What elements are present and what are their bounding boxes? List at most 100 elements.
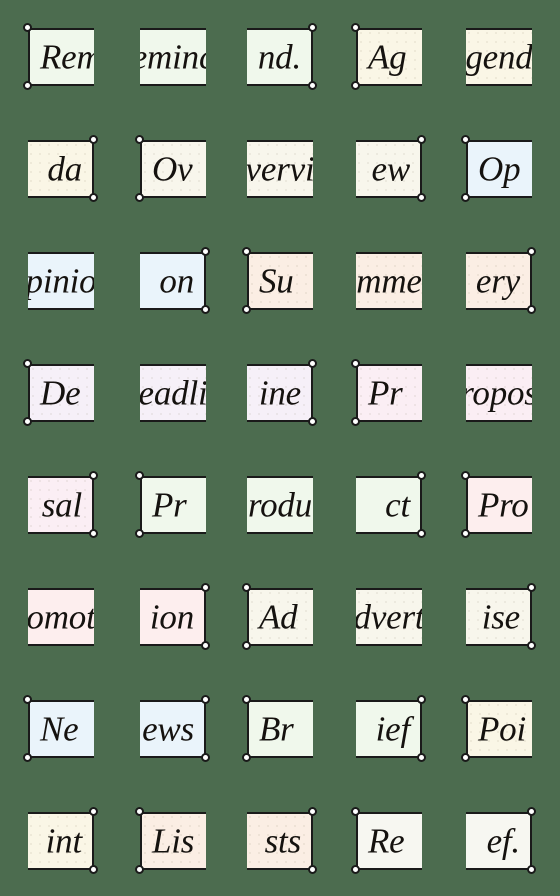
sticker-tile[interactable]: nd. — [247, 28, 313, 86]
sticker-tile[interactable]: Ne — [28, 700, 94, 758]
resize-handle-top-right[interactable] — [89, 807, 98, 816]
sticker-tile[interactable]: eminc — [140, 28, 206, 86]
resize-handle-bottom-left[interactable] — [461, 753, 470, 762]
resize-handle-bottom-right[interactable] — [527, 865, 536, 874]
sticker-tile[interactable]: rodu — [247, 476, 313, 534]
sticker-tile[interactable]: sal — [28, 476, 94, 534]
sticker-tile[interactable]: ion — [140, 588, 206, 646]
resize-handle-bottom-left[interactable] — [23, 81, 32, 90]
resize-handle-bottom-left[interactable] — [461, 193, 470, 202]
sticker-tile[interactable]: omot — [28, 588, 94, 646]
resize-handle-top-right[interactable] — [201, 247, 210, 256]
resize-handle-bottom-right[interactable] — [89, 193, 98, 202]
sticker-tile[interactable]: Re — [356, 812, 422, 870]
resize-handle-bottom-left[interactable] — [135, 529, 144, 538]
resize-handle-top-left[interactable] — [23, 695, 32, 704]
resize-handle-bottom-right[interactable] — [201, 753, 210, 762]
sticker-tile[interactable]: pinio — [28, 252, 94, 310]
resize-handle-top-left[interactable] — [242, 695, 251, 704]
resize-handle-bottom-left[interactable] — [242, 753, 251, 762]
resize-handle-top-left[interactable] — [351, 359, 360, 368]
resize-handle-top-right[interactable] — [527, 583, 536, 592]
resize-handle-bottom-left[interactable] — [135, 193, 144, 202]
resize-handle-bottom-left[interactable] — [351, 417, 360, 426]
resize-handle-top-left[interactable] — [23, 359, 32, 368]
sticker-tile[interactable]: Ag — [356, 28, 422, 86]
resize-handle-top-left[interactable] — [135, 807, 144, 816]
sticker-tile[interactable]: Lis — [140, 812, 206, 870]
resize-handle-top-left[interactable] — [461, 695, 470, 704]
sticker-tile[interactable]: eadli — [140, 364, 206, 422]
resize-handle-bottom-right[interactable] — [308, 417, 317, 426]
resize-handle-top-left[interactable] — [135, 135, 144, 144]
resize-handle-bottom-right[interactable] — [201, 305, 210, 314]
sticker-tile[interactable]: ct — [356, 476, 422, 534]
sticker-tile[interactable]: int — [28, 812, 94, 870]
resize-handle-top-right[interactable] — [89, 135, 98, 144]
resize-handle-top-left[interactable] — [242, 583, 251, 592]
sticker-tile[interactable]: De — [28, 364, 94, 422]
sticker-tile[interactable]: ine — [247, 364, 313, 422]
resize-handle-bottom-right[interactable] — [89, 865, 98, 874]
resize-handle-top-left[interactable] — [461, 135, 470, 144]
resize-handle-top-right[interactable] — [417, 135, 426, 144]
resize-handle-top-right[interactable] — [201, 695, 210, 704]
sticker-tile[interactable]: Pr — [140, 476, 206, 534]
resize-handle-top-right[interactable] — [527, 807, 536, 816]
sticker-tile[interactable]: Ov — [140, 140, 206, 198]
resize-handle-bottom-right[interactable] — [201, 641, 210, 650]
resize-handle-top-left[interactable] — [23, 23, 32, 32]
sticker-tile[interactable]: Poi — [466, 700, 532, 758]
resize-handle-bottom-right[interactable] — [308, 865, 317, 874]
resize-handle-top-left[interactable] — [242, 247, 251, 256]
sticker-tile[interactable]: gend — [466, 28, 532, 86]
sticker-tile[interactable]: Pr — [356, 364, 422, 422]
resize-handle-top-left[interactable] — [461, 471, 470, 480]
resize-handle-top-left[interactable] — [351, 807, 360, 816]
resize-handle-top-right[interactable] — [527, 247, 536, 256]
resize-handle-top-right[interactable] — [308, 807, 317, 816]
sticker-tile[interactable]: dvert — [356, 588, 422, 646]
resize-handle-top-right[interactable] — [308, 23, 317, 32]
sticker-tile[interactable]: ief — [356, 700, 422, 758]
sticker-tile[interactable]: ropos — [466, 364, 532, 422]
resize-handle-top-right[interactable] — [308, 359, 317, 368]
sticker-tile[interactable]: ews — [140, 700, 206, 758]
resize-handle-bottom-right[interactable] — [417, 193, 426, 202]
resize-handle-top-right[interactable] — [417, 471, 426, 480]
resize-handle-bottom-left[interactable] — [461, 529, 470, 538]
resize-handle-bottom-left[interactable] — [242, 641, 251, 650]
resize-handle-bottom-left[interactable] — [23, 417, 32, 426]
sticker-tile[interactable]: Br — [247, 700, 313, 758]
resize-handle-bottom-left[interactable] — [351, 81, 360, 90]
resize-handle-top-right[interactable] — [417, 695, 426, 704]
sticker-tile[interactable]: ew — [356, 140, 422, 198]
sticker-tile[interactable]: on — [140, 252, 206, 310]
resize-handle-top-right[interactable] — [89, 471, 98, 480]
resize-handle-top-left[interactable] — [135, 471, 144, 480]
sticker-tile[interactable]: Su — [247, 252, 313, 310]
sticker-tile[interactable]: ise — [466, 588, 532, 646]
sticker-tile[interactable]: vervi — [247, 140, 313, 198]
sticker-tile[interactable]: mme — [356, 252, 422, 310]
resize-handle-bottom-left[interactable] — [351, 865, 360, 874]
resize-handle-bottom-right[interactable] — [89, 529, 98, 538]
resize-handle-bottom-right[interactable] — [417, 529, 426, 538]
sticker-tile[interactable]: Remi — [28, 28, 94, 86]
sticker-tile[interactable]: sts — [247, 812, 313, 870]
resize-handle-top-right[interactable] — [201, 583, 210, 592]
resize-handle-bottom-left[interactable] — [23, 753, 32, 762]
sticker-tile[interactable]: Op — [466, 140, 532, 198]
sticker-tile[interactable]: da — [28, 140, 94, 198]
resize-handle-top-left[interactable] — [351, 23, 360, 32]
sticker-tile[interactable]: Pro — [466, 476, 532, 534]
sticker-tile[interactable]: Ad — [247, 588, 313, 646]
resize-handle-bottom-left[interactable] — [242, 305, 251, 314]
resize-handle-bottom-right[interactable] — [527, 305, 536, 314]
resize-handle-bottom-right[interactable] — [308, 81, 317, 90]
resize-handle-bottom-right[interactable] — [527, 641, 536, 650]
sticker-tile[interactable]: ery — [466, 252, 532, 310]
sticker-tile[interactable]: ef. — [466, 812, 532, 870]
resize-handle-bottom-left[interactable] — [135, 865, 144, 874]
resize-handle-bottom-right[interactable] — [417, 753, 426, 762]
